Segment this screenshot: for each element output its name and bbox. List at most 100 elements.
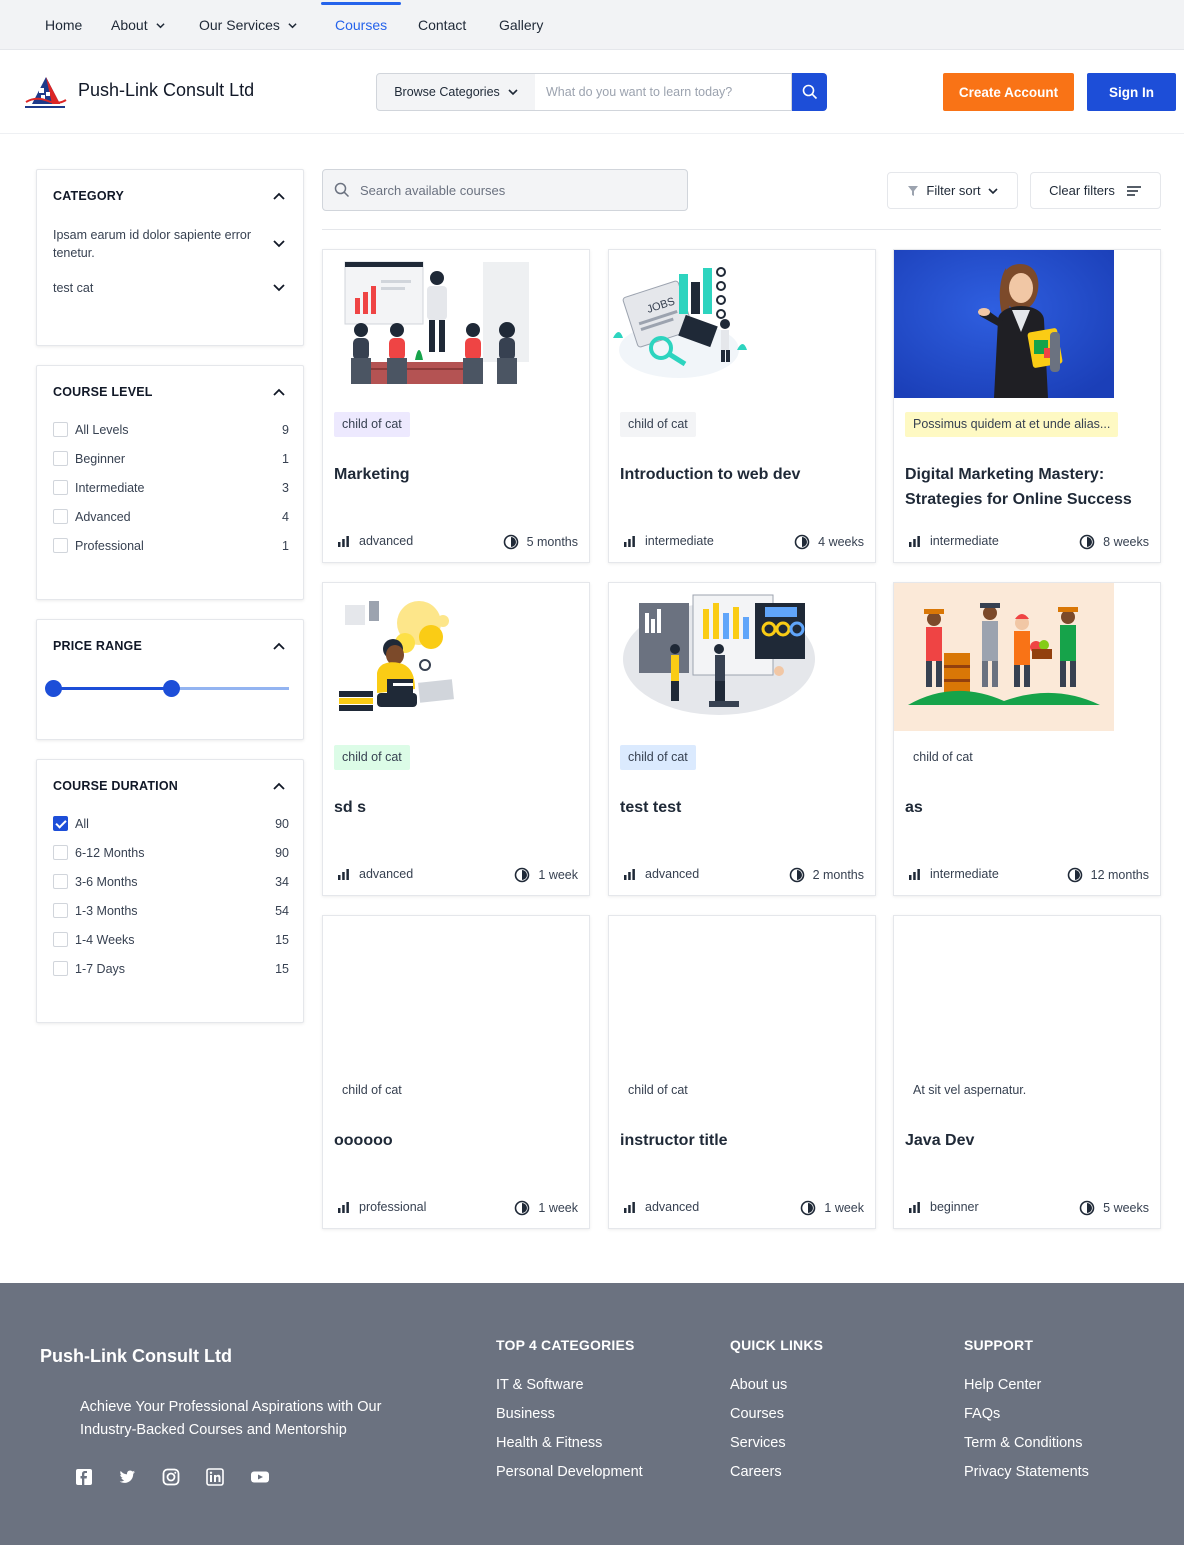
chevron-up-icon[interactable] xyxy=(273,388,285,396)
duration-option[interactable]: 1-3 Months 54 xyxy=(53,902,289,920)
filter-sort-button[interactable]: Filter sort xyxy=(887,172,1018,209)
course-thumbnail[interactable] xyxy=(333,593,473,721)
checkbox-checked[interactable] xyxy=(53,816,68,831)
checkbox[interactable] xyxy=(53,422,68,437)
footer-link[interactable]: Careers xyxy=(730,1464,782,1480)
nav-courses[interactable]: Courses xyxy=(320,0,402,50)
course-card[interactable]: Possimus quidem at et unde alias... Digit… xyxy=(893,249,1161,563)
footer-link[interactable]: Services xyxy=(730,1435,786,1451)
level-option[interactable]: All Levels 9 xyxy=(53,421,289,439)
footer-link[interactable]: Term & Conditions xyxy=(964,1435,1082,1451)
price-slider-max-handle[interactable] xyxy=(162,680,180,697)
duration-option[interactable]: 1-4 Weeks 15 xyxy=(53,931,289,949)
nav-contact[interactable]: Contact xyxy=(418,0,466,50)
footer-link[interactable]: About us xyxy=(730,1377,787,1393)
category-item[interactable]: test cat xyxy=(53,279,283,297)
price-slider-min-handle[interactable] xyxy=(44,680,62,697)
twitter-icon[interactable] xyxy=(118,1468,136,1486)
duration-option[interactable]: 6-12 Months 90 xyxy=(53,844,289,862)
chevron-up-icon[interactable] xyxy=(273,782,285,790)
duration-option[interactable]: 1-7 Days 15 xyxy=(53,960,289,978)
category-item[interactable]: Ipsam earum id dolor sapiente error tene… xyxy=(53,226,253,262)
course-title[interactable]: as xyxy=(905,795,1155,820)
course-thumbnail[interactable] xyxy=(894,583,1114,731)
level-option[interactable]: Beginner 1 xyxy=(53,450,289,468)
nav-gallery[interactable]: Gallery xyxy=(499,0,543,50)
chevron-down-icon[interactable] xyxy=(273,284,285,292)
chevron-up-icon[interactable] xyxy=(273,192,285,200)
checkbox[interactable] xyxy=(53,932,68,947)
course-card[interactable]: child of cat oooooo professional 1 week xyxy=(322,915,590,1229)
level-option[interactable]: Intermediate 3 xyxy=(53,479,289,497)
nav-our-services[interactable]: Our Services xyxy=(199,0,297,50)
footer-link[interactable]: Business xyxy=(496,1406,555,1422)
course-search-input[interactable]: Search available courses xyxy=(322,169,688,211)
course-thumbnail[interactable] xyxy=(609,916,829,1064)
checkbox[interactable] xyxy=(53,845,68,860)
footer-link[interactable]: Health & Fitness xyxy=(496,1435,602,1451)
clear-filters-button[interactable]: Clear filters xyxy=(1030,172,1161,209)
course-title[interactable]: Java Dev xyxy=(905,1128,1155,1153)
footer-link[interactable]: FAQs xyxy=(964,1406,1000,1422)
nav-contact-label: Contact xyxy=(418,17,467,33)
course-thumbnail[interactable]: JOBS xyxy=(609,250,829,398)
checkbox[interactable] xyxy=(53,480,68,495)
chevron-down-icon[interactable] xyxy=(273,240,285,248)
course-title[interactable]: oooooo xyxy=(334,1128,584,1153)
create-account-button[interactable]: Create Account xyxy=(943,73,1074,111)
course-title[interactable]: test test xyxy=(620,795,870,820)
course-title[interactable]: Digital Marketing Mastery: Strategies fo… xyxy=(905,462,1155,512)
checkbox[interactable] xyxy=(53,961,68,976)
nav-about[interactable]: About xyxy=(111,0,165,50)
course-card[interactable]: child of cat instructor title advanced 1 we… xyxy=(608,915,876,1229)
course-title[interactable]: Introduction to web dev xyxy=(620,462,870,487)
course-thumbnail[interactable] xyxy=(619,589,819,719)
footer-link[interactable]: Help Center xyxy=(964,1377,1041,1393)
checkbox[interactable] xyxy=(53,538,68,553)
course-title[interactable]: Marketing xyxy=(334,462,584,487)
browse-categories-dropdown[interactable]: Browse Categories xyxy=(376,73,536,111)
footer-link[interactable]: IT & Software xyxy=(496,1377,584,1393)
course-card[interactable]: child of cat test test advanced 2 months xyxy=(608,582,876,896)
checkbox[interactable] xyxy=(53,874,68,889)
footer-link[interactable]: Privacy Statements xyxy=(964,1464,1089,1480)
youtube-icon[interactable] xyxy=(250,1468,270,1486)
course-card[interactable]: At sit vel aspernatur. Java Dev beginner 5 … xyxy=(893,915,1161,1229)
linkedin-icon[interactable] xyxy=(206,1468,224,1486)
search-icon xyxy=(802,84,817,100)
level-option[interactable]: Professional 1 xyxy=(53,537,289,555)
clock-icon xyxy=(801,1200,816,1216)
course-thumbnail[interactable] xyxy=(323,916,543,1064)
course-card[interactable]: child of cat sd s advanced 1 week xyxy=(322,582,590,896)
footer-brand[interactable]: Push-Link Consult Ltd xyxy=(40,1346,232,1367)
brand-name[interactable]: Push-Link Consult Ltd xyxy=(78,80,254,101)
level-option[interactable]: Advanced 4 xyxy=(53,508,289,526)
course-title[interactable]: sd s xyxy=(334,795,584,820)
course-card[interactable]: JOBS child of cat Introduction to web dev i… xyxy=(608,249,876,563)
brand-logo[interactable] xyxy=(22,74,68,112)
bar-chart-icon xyxy=(909,869,920,880)
checkbox[interactable] xyxy=(53,903,68,918)
course-card[interactable]: child of cat Marketing advanced 5 months xyxy=(322,249,590,563)
checkbox[interactable] xyxy=(53,451,68,466)
header-search-button[interactable] xyxy=(792,73,827,111)
chevron-up-icon[interactable] xyxy=(273,642,285,650)
duration-option[interactable]: 3-6 Months 34 xyxy=(53,873,289,891)
footer-link[interactable]: Courses xyxy=(730,1406,784,1422)
instagram-icon[interactable] xyxy=(162,1468,180,1486)
course-thumbnail[interactable] xyxy=(894,916,1114,1064)
course-level-label: professional xyxy=(359,1200,427,1214)
footer-link[interactable]: Personal Development xyxy=(496,1464,643,1480)
duration-option[interactable]: All 90 xyxy=(53,815,289,833)
course-thumbnail[interactable] xyxy=(894,250,1114,398)
course-card[interactable]: child of cat as intermediate 12 months xyxy=(893,582,1161,896)
course-title[interactable]: instructor title xyxy=(620,1128,870,1153)
header-search-input[interactable]: What do you want to learn today? xyxy=(535,73,792,111)
sign-in-button[interactable]: Sign In xyxy=(1087,73,1176,111)
facebook-icon[interactable] xyxy=(75,1468,93,1486)
nav-home[interactable]: Home xyxy=(45,0,82,50)
option-count: 54 xyxy=(275,904,289,918)
checkbox[interactable] xyxy=(53,509,68,524)
course-thumbnail[interactable] xyxy=(323,250,543,398)
course-level: advanced xyxy=(337,867,413,881)
